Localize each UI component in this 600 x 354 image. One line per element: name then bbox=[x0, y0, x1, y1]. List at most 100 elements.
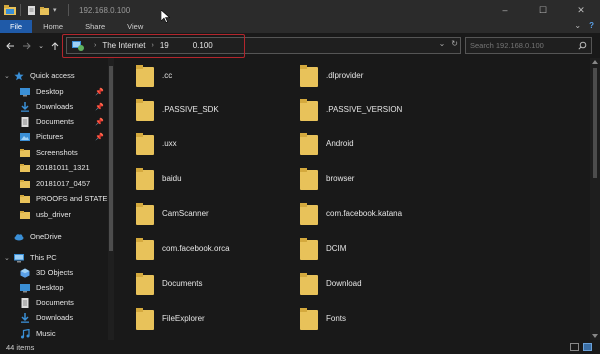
pin-icon[interactable]: 📌 bbox=[95, 103, 104, 111]
sidebar-item-pc-documents[interactable]: Documents bbox=[0, 295, 114, 310]
close-button[interactable]: ✕ bbox=[562, 0, 600, 20]
help-icon[interactable]: ? bbox=[589, 21, 594, 30]
sidebar-item-quick-access[interactable]: ⌄ Quick access bbox=[0, 68, 114, 83]
folder-icon bbox=[300, 63, 318, 87]
folder-name: CamScanner bbox=[162, 208, 209, 218]
sidebar-item-downloads[interactable]: Downloads 📌 bbox=[0, 99, 114, 114]
folder-item[interactable]: com.facebook.orca bbox=[136, 233, 296, 263]
folder-icon bbox=[136, 306, 154, 330]
folder-item[interactable]: .cc bbox=[136, 60, 296, 90]
maximize-button[interactable]: ☐ bbox=[524, 0, 562, 20]
folder-item[interactable]: Android bbox=[300, 128, 460, 158]
address-history-dropdown[interactable]: ⌄ bbox=[439, 39, 446, 48]
sidebar-item-usb-driver[interactable]: usb_driver bbox=[0, 207, 114, 222]
sidebar-item-pc-desktop[interactable]: Desktop bbox=[0, 280, 114, 295]
folder-item[interactable]: DCIM bbox=[300, 233, 460, 263]
folder-item[interactable]: CamScanner bbox=[136, 198, 296, 228]
pin-icon[interactable]: 📌 bbox=[95, 88, 104, 96]
item-count: 44 items bbox=[6, 342, 35, 352]
folder-icon bbox=[20, 194, 30, 204]
details-view-icon[interactable] bbox=[570, 343, 579, 351]
separator bbox=[68, 4, 69, 16]
recent-locations-button[interactable]: ⌄ bbox=[37, 39, 45, 53]
folder-item[interactable]: .PASSIVE_SDK bbox=[136, 94, 296, 124]
folder-item[interactable]: Download bbox=[300, 268, 460, 298]
sidebar-item-3d-objects[interactable]: 3D Objects bbox=[0, 265, 114, 280]
folder-item[interactable]: baidu bbox=[136, 163, 296, 193]
sidebar-item-label: Screenshots bbox=[36, 148, 78, 157]
sidebar-item-pc-downloads[interactable]: Downloads bbox=[0, 310, 114, 325]
sidebar-item-label: usb_driver bbox=[36, 210, 72, 219]
sidebar-item-20181011-1321[interactable]: 20181011_1321 bbox=[0, 160, 114, 175]
folder-item[interactable]: Documents bbox=[136, 268, 296, 298]
sidebar-item-music[interactable]: Music bbox=[0, 326, 114, 340]
sidebar-item-screenshots[interactable]: Screenshots bbox=[0, 145, 114, 160]
window-title: 192.168.0.100 bbox=[79, 5, 131, 15]
folder-name: baidu bbox=[162, 173, 182, 183]
tab-home[interactable]: Home bbox=[32, 22, 74, 31]
folder-item[interactable]: Fonts bbox=[300, 303, 460, 333]
tab-share[interactable]: Share bbox=[74, 22, 116, 31]
download-icon bbox=[20, 312, 30, 323]
sidebar-item-label: Documents bbox=[36, 117, 74, 126]
title-bar: ▾ 192.168.0.100 – ☐ ✕ bbox=[0, 0, 600, 20]
folder-icon bbox=[300, 236, 318, 260]
pin-icon[interactable]: 📌 bbox=[95, 118, 104, 126]
folder-name: .uxx bbox=[162, 138, 177, 148]
folder-item[interactable]: com.facebook.katana bbox=[300, 198, 460, 228]
search-box[interactable] bbox=[465, 37, 592, 54]
tab-view[interactable]: View bbox=[116, 22, 154, 31]
new-folder-icon[interactable] bbox=[40, 6, 49, 15]
up-button[interactable] bbox=[48, 39, 62, 53]
sidebar-item-this-pc[interactable]: ⌄ This PC bbox=[0, 250, 114, 265]
sidebar-item-documents[interactable]: Documents 📌 bbox=[0, 114, 114, 129]
scroll-up-icon[interactable] bbox=[592, 60, 598, 64]
mouse-pointer-icon bbox=[160, 9, 171, 25]
pictures-icon bbox=[20, 132, 30, 142]
properties-icon[interactable] bbox=[27, 5, 36, 15]
folder-item[interactable]: browser bbox=[300, 163, 460, 193]
large-icons-view-icon[interactable] bbox=[583, 343, 592, 351]
3d-objects-icon bbox=[20, 268, 30, 278]
folder-icon bbox=[20, 179, 30, 189]
folder-name: Android bbox=[326, 138, 354, 148]
sidebar-item-onedrive[interactable]: OneDrive bbox=[0, 229, 114, 244]
folder-name: com.facebook.katana bbox=[326, 208, 403, 218]
folder-icon bbox=[300, 306, 318, 330]
content-scrollbar[interactable] bbox=[590, 58, 600, 340]
computer-icon bbox=[14, 253, 24, 263]
sidebar-item-label: Downloads bbox=[36, 313, 74, 322]
sidebar-item-20181017-0457[interactable]: 20181017_0457 bbox=[0, 176, 114, 191]
ribbon-tabs: File Home Share View ⌄ ? bbox=[0, 20, 600, 33]
search-input[interactable] bbox=[470, 41, 575, 50]
folder-item[interactable]: FileExplorer bbox=[136, 303, 296, 333]
folder-item[interactable]: .PASSIVE_VERSION bbox=[300, 94, 460, 124]
folder-item[interactable]: .dlprovider bbox=[300, 60, 460, 90]
folder-name: browser bbox=[326, 173, 355, 183]
refresh-icon[interactable]: ↻ bbox=[451, 39, 458, 48]
forward-button[interactable] bbox=[20, 39, 34, 53]
folder-name: Fonts bbox=[326, 313, 347, 323]
folder-icon bbox=[136, 63, 154, 87]
back-button[interactable] bbox=[3, 39, 17, 53]
folder-item[interactable]: .uxx bbox=[136, 128, 296, 158]
scroll-down-icon[interactable] bbox=[592, 334, 598, 338]
sidebar-item-pictures[interactable]: Pictures 📌 bbox=[0, 129, 114, 144]
tab-file[interactable]: File bbox=[0, 20, 33, 33]
sidebar-scrollbar-thumb[interactable] bbox=[109, 66, 113, 251]
minimize-button[interactable]: – bbox=[486, 0, 524, 20]
folder-icon bbox=[300, 131, 318, 155]
expand-ribbon-icon[interactable]: ⌄ bbox=[574, 21, 581, 30]
folder-icon bbox=[136, 166, 154, 190]
pin-icon[interactable]: 📌 bbox=[95, 133, 104, 141]
customize-toolbar-icon[interactable]: ▾ bbox=[53, 6, 62, 15]
sidebar-item-desktop[interactable]: Desktop 📌 bbox=[0, 84, 114, 99]
sidebar-item-proofs[interactable]: PROOFS and STATEM bbox=[0, 191, 114, 206]
cloud-icon bbox=[14, 232, 24, 242]
chevron-down-icon[interactable]: ⌄ bbox=[4, 254, 12, 262]
sidebar-scrollbar[interactable] bbox=[108, 58, 114, 340]
sidebar-item-label: Downloads bbox=[36, 102, 74, 111]
content-scrollbar-thumb[interactable] bbox=[593, 68, 597, 178]
folder-content-area: .cc .PASSIVE_SDK .uxx baidu CamScanner c… bbox=[120, 58, 590, 340]
chevron-down-icon[interactable]: ⌄ bbox=[4, 72, 12, 80]
